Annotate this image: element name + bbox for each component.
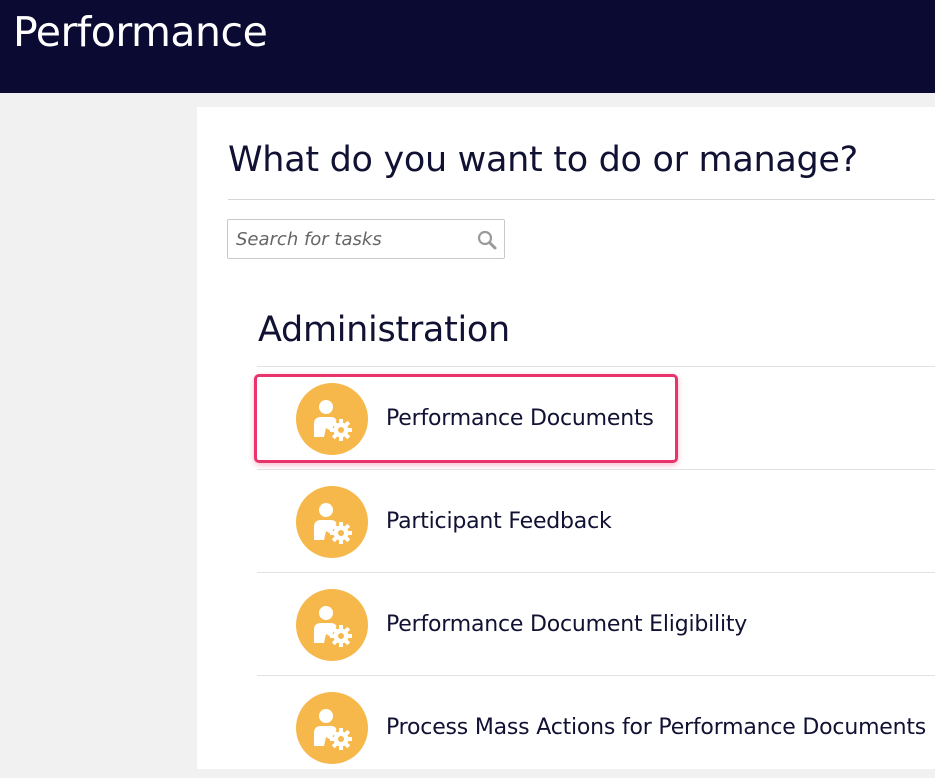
app-title: Performance (13, 8, 268, 56)
user-settings-icon (296, 486, 368, 558)
user-settings-icon (296, 692, 368, 764)
search-icon[interactable] (476, 229, 498, 251)
task-label: Performance Documents (386, 406, 654, 431)
user-settings-icon (296, 383, 368, 455)
title-divider (228, 199, 935, 200)
task-item-process-mass-actions[interactable]: Process Mass Actions for Performance Doc… (257, 675, 935, 778)
main-panel: What do you want to do or manage? Admini… (197, 107, 935, 769)
user-settings-icon (296, 589, 368, 661)
task-label: Participant Feedback (386, 509, 612, 534)
app-header: Performance (0, 0, 935, 93)
search-box (227, 219, 505, 259)
task-item-performance-documents[interactable]: Performance Documents (254, 366, 935, 469)
section-title: Administration (258, 310, 510, 350)
task-item-participant-feedback[interactable]: Participant Feedback (257, 469, 935, 572)
task-label: Process Mass Actions for Performance Doc… (386, 715, 927, 740)
search-input[interactable] (228, 220, 464, 258)
task-label: Performance Document Eligibility (386, 612, 748, 637)
page-title: What do you want to do or manage? (228, 140, 858, 180)
task-list: Performance Documents Participant Feedba… (254, 366, 935, 778)
task-item-performance-document-eligibility[interactable]: Performance Document Eligibility (257, 572, 935, 675)
